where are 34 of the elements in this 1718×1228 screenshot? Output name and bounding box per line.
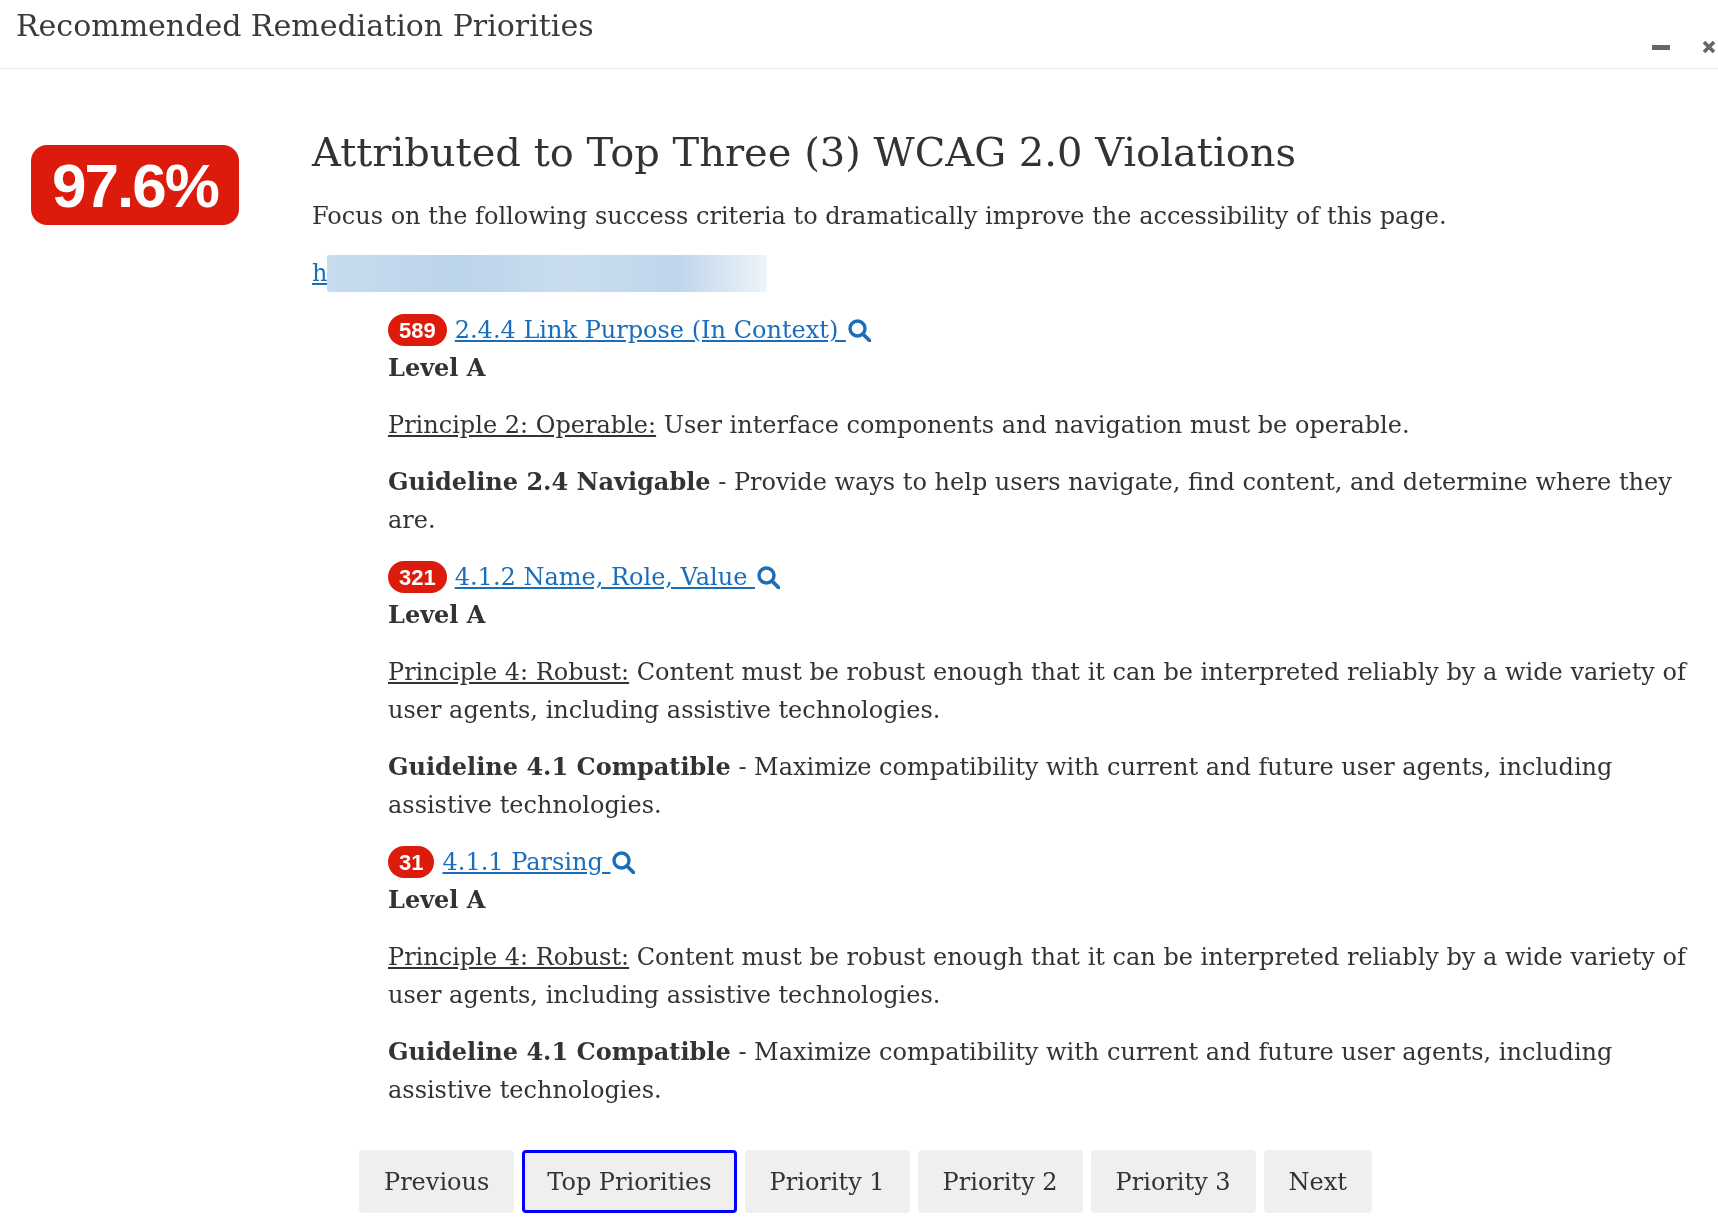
minimize-icon[interactable] xyxy=(1652,44,1670,50)
criterion-link[interactable]: 4.1.1 Parsing xyxy=(442,843,636,881)
principle-text: Principle 4: Robust: Content must be robust enough that it can be interpreted reliably by a wide variety of user agents, including assistive technologies. xyxy=(388,657,1689,726)
guideline-text: Guideline 2.4 Navigable - Provide ways to help users navigate, find content, and determine where they are. xyxy=(388,466,1673,536)
search-icon xyxy=(847,318,871,342)
principle-link[interactable]: Principle 4: Robust: xyxy=(388,658,630,686)
intro-text: Focus on the following success criteria to dramatically improve the accessibility of this page. xyxy=(312,201,1448,232)
level-label: Level A xyxy=(388,352,487,384)
guideline-text: Guideline 4.1 Compatible - Maximize compatibility with current and future user agents, including assistive technologies. xyxy=(388,751,1614,821)
search-icon xyxy=(612,850,636,874)
level-label: Level A xyxy=(388,599,487,631)
principle-text: Principle 2: Operable: User interface components and navigation must be operable. xyxy=(388,410,1411,441)
level-label: Level A xyxy=(388,884,487,916)
nav-button[interactable]: Priority 2 xyxy=(917,1150,1083,1213)
principle-text: Principle 4: Robust: Content must be robust enough that it can be interpreted reliably by a wide variety of user agents, including assistive technologies. xyxy=(388,942,1689,1011)
nav-button[interactable]: Next xyxy=(1263,1150,1372,1213)
criterion-link[interactable]: 2.4.4 Link Purpose (In Context) xyxy=(454,311,871,349)
count-badge: 31 xyxy=(388,846,435,878)
nav-button[interactable]: Top Priorities xyxy=(522,1150,737,1213)
section-heading: Attributed to Top Three (3) WCAG 2.0 Violations xyxy=(312,128,1298,177)
page-link[interactable]: h xyxy=(312,254,328,292)
count-badge: 321 xyxy=(388,561,447,593)
search-icon xyxy=(757,565,780,589)
nav-button[interactable]: Previous xyxy=(359,1150,515,1213)
nav-button[interactable]: Priority 1 xyxy=(744,1150,910,1213)
guideline-text: Guideline 4.1 Compatible - Maximize compatibility with current and future user agents, including assistive technologies. xyxy=(388,1036,1614,1106)
criterion-link[interactable]: 4.1.2 Name, Role, Value xyxy=(454,558,780,596)
principle-link[interactable]: Principle 4: Robust: xyxy=(388,943,630,971)
principle-link[interactable]: Principle 2: Operable: xyxy=(388,411,657,439)
nav-button[interactable]: Priority 3 xyxy=(1090,1150,1256,1213)
window-title: Recommended Remediation Priorities xyxy=(15,7,594,45)
count-badge: 589 xyxy=(388,314,447,346)
close-icon[interactable] xyxy=(1702,40,1716,54)
score-badge: 97.6% xyxy=(31,145,239,225)
